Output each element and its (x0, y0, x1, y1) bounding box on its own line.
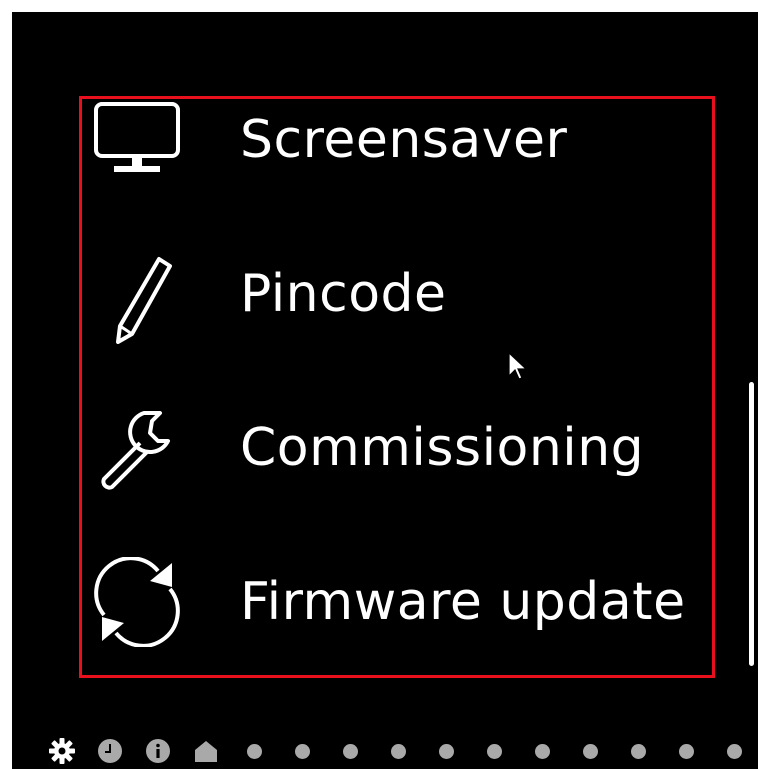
pencil-icon (82, 229, 192, 359)
page-settings[interactable] (38, 736, 86, 766)
page-info[interactable] (134, 736, 182, 766)
page-dot[interactable] (422, 736, 470, 766)
home-icon (195, 741, 217, 762)
page-dot[interactable] (230, 736, 278, 766)
wrench-icon (82, 383, 192, 513)
page-dot[interactable] (710, 736, 758, 766)
menu-item-label: Pincode (240, 264, 447, 324)
info-icon (146, 739, 170, 763)
page-dot[interactable] (518, 736, 566, 766)
menu-item-firmware-update[interactable]: Firmware update (82, 537, 722, 667)
settings-screen: Screensaver Pincode Commissioning Firmwa… (12, 12, 758, 769)
menu-item-commissioning[interactable]: Commissioning (82, 383, 722, 513)
page-home[interactable] (182, 736, 230, 766)
page-dot[interactable] (614, 736, 662, 766)
menu-item-pincode[interactable]: Pincode (82, 229, 722, 359)
menu-item-screensaver[interactable]: Screensaver (82, 75, 722, 205)
clock-icon (98, 739, 122, 763)
scrollbar[interactable] (749, 382, 754, 666)
menu-item-label: Screensaver (240, 110, 568, 170)
page-dot[interactable] (662, 736, 710, 766)
monitor-icon (82, 75, 192, 205)
page-dot[interactable] (326, 736, 374, 766)
menu-item-label: Commissioning (240, 418, 645, 478)
page-clock[interactable] (86, 736, 134, 766)
menu-item-label: Firmware update (240, 572, 686, 632)
gear-icon (49, 738, 75, 764)
page-dot[interactable] (374, 736, 422, 766)
page-dot[interactable] (470, 736, 518, 766)
page-dot[interactable] (566, 736, 614, 766)
mouse-pointer-icon (508, 352, 528, 380)
refresh-icon (82, 537, 192, 667)
page-dot[interactable] (278, 736, 326, 766)
page-indicator (38, 736, 758, 766)
